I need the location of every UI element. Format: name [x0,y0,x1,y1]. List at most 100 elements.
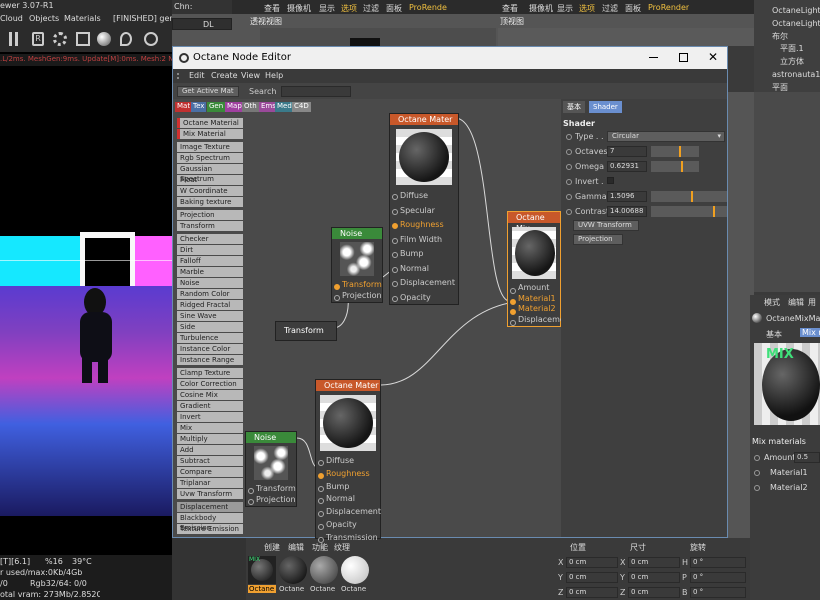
node-octane-mix[interactable]: Octane Mix Amount Material1 Material2 Di… [507,211,573,327]
port-diffuse[interactable]: Diffuse [390,189,458,204]
coord-size-y[interactable]: 0 cm [628,572,680,583]
material-thumb[interactable] [279,556,307,584]
material-name[interactable]: Octane [310,585,335,593]
live-viewer[interactable]: ewer 3.07-R1 Cloud Objects Materials [FI… [0,0,172,600]
octaves-radio[interactable] [566,149,572,155]
material-name-selected[interactable]: Octane [248,585,276,593]
gear-icon[interactable] [53,32,67,46]
attr-menu-user[interactable]: 用 [808,297,816,308]
type-dropdown[interactable]: Circular ▾ [607,131,725,142]
coord-pos-x[interactable]: 0 cm [566,557,618,568]
attr-tab-basic[interactable]: 基本 [563,101,585,113]
uvw-transform-button[interactable]: UVW Transform [573,220,639,231]
contrast-radio[interactable] [566,209,572,215]
restart-icon[interactable]: R [32,32,44,46]
material2-radio[interactable] [754,485,760,491]
port-roughness[interactable]: Roughness [390,218,458,233]
invert-radio[interactable] [566,179,572,185]
port-material2[interactable]: Material2 [508,304,560,315]
object-item[interactable]: OctaneLight [772,19,820,28]
node-header[interactable]: Noise [246,432,296,443]
port-transform[interactable]: Transform [332,279,382,290]
vp2-menu-display[interactable]: 显示 [557,3,573,14]
omega-slider[interactable] [651,161,699,172]
region-icon[interactable] [144,32,158,46]
amount-radio[interactable] [754,455,760,461]
gamma-radio[interactable] [566,194,572,200]
pin-icon[interactable] [120,32,132,46]
slider-handle[interactable] [713,206,715,217]
port-projection[interactable]: Projection [332,290,382,301]
object-item[interactable]: 布尔 [772,31,788,42]
pause-icon[interactable] [9,32,12,46]
vp2-menu-panel[interactable]: 面板 [625,3,641,14]
coord-size-x[interactable]: 0 cm [628,557,680,568]
node-header[interactable]: Transform [276,322,336,340]
port-material1[interactable]: Material1 [508,294,560,304]
type-radio[interactable] [566,134,572,140]
node-header[interactable]: Octane Mater [316,380,380,391]
object-item[interactable]: 立方体 [780,56,804,67]
material1-radio[interactable] [754,470,760,476]
slider-handle[interactable] [681,161,683,172]
vp2-menu-options[interactable]: 选项 [579,3,595,14]
menu-cloud[interactable]: Cloud [0,14,23,23]
port-amount[interactable]: Amount [508,283,560,294]
port-normal[interactable]: Normal [390,262,458,277]
material-thumb[interactable] [310,556,338,584]
slider-handle[interactable] [679,146,681,157]
chn-select[interactable]: DL [172,18,232,30]
material-name[interactable]: Octane [341,585,366,593]
coord-rot-p[interactable]: 0 ° [690,572,746,583]
sphere-icon[interactable] [97,32,111,46]
attr-menu-mode[interactable]: 模式 [764,297,780,308]
vp1-menu-panel[interactable]: 面板 [386,3,402,14]
port-opacity[interactable]: Opacity [316,519,380,532]
material-name[interactable]: Octane [279,585,304,593]
coord-rot-b[interactable]: 0 ° [690,587,746,598]
port-projection[interactable]: Projection [246,494,296,505]
port-roughness[interactable]: Roughness [316,468,380,481]
node-header[interactable]: Noise [332,228,382,239]
coord-rot-h[interactable]: 0 ° [690,557,746,568]
attr-tab-mix[interactable]: Mix ma [800,328,820,337]
node-octane-material-1[interactable]: Octane Mater Diffuse Specular Roughness … [389,113,459,305]
vp1-menu-prorender[interactable]: ProRende [409,3,447,12]
node-header[interactable]: Octane Mater [390,114,458,125]
vp2-menu-prorender[interactable]: ProRender [648,3,689,12]
node-octane-material-2[interactable]: Octane Mater Diffuse Roughness Bump Norm… [315,379,381,543]
port-displacement[interactable]: Displacement [508,315,573,325]
lock-icon[interactable] [76,32,90,46]
material-thumb[interactable] [341,556,369,584]
matman-menu-create[interactable]: 创建 [264,542,280,553]
contrast-slider[interactable] [651,206,727,217]
node-noise-1[interactable]: Noise Transform Projection [331,227,383,303]
port-transmission[interactable]: Transmission [316,532,380,545]
vp2-menu-view[interactable]: 查看 [502,3,518,14]
port-opacity[interactable]: Opacity [390,291,458,306]
port-displacement[interactable]: Displacement [316,506,381,519]
vp1-menu-display[interactable]: 显示 [319,3,335,14]
slider-handle[interactable] [691,191,693,202]
object-item[interactable]: OctaneLight.1 [772,6,820,15]
attr-menu-edit[interactable]: 编辑 [788,297,804,308]
attr-tab-basic[interactable]: 基本 [766,329,782,340]
vp1-menu-view[interactable]: 查看 [264,3,280,14]
vp2-menu-camera[interactable]: 摄像机 [529,3,553,14]
port-displacement[interactable]: Displacement [390,276,458,291]
menu-objects[interactable]: Objects [29,14,59,23]
port-bump[interactable]: Bump [390,247,458,262]
port-film-width[interactable]: Film Width [390,233,458,248]
coord-size-z[interactable]: 0 cm [628,587,680,598]
node-header[interactable]: Octane Mix [508,212,560,233]
port-bump[interactable]: Bump [316,481,380,494]
invert-checkbox[interactable] [607,177,614,184]
amount-input[interactable]: 0.5 [794,452,820,463]
attr-tab-shader[interactable]: Shader [589,101,622,113]
matman-menu-edit[interactable]: 编辑 [288,542,304,553]
octaves-input[interactable]: 7 [607,146,647,157]
projection-button[interactable]: Projection [573,234,623,245]
gamma-input[interactable]: 1.5096 [607,191,647,202]
contrast-input[interactable]: 14.00688 [607,206,647,217]
coord-pos-z[interactable]: 0 cm [566,587,618,598]
